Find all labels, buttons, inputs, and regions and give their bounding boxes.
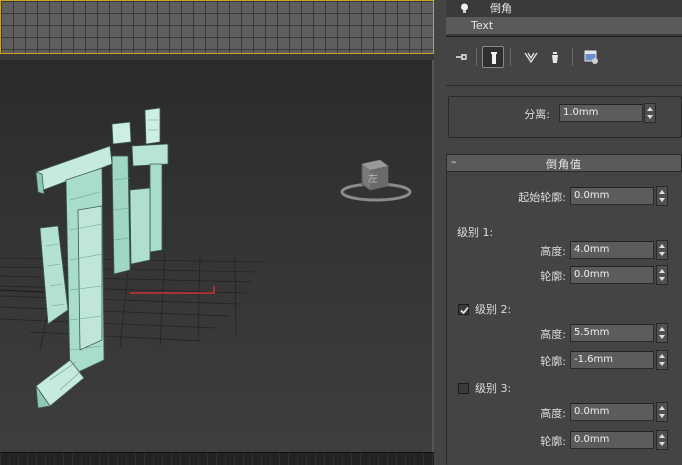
level3-checkbox[interactable] [458, 383, 469, 394]
level2-height-field[interactable]: 5.5mm [570, 324, 654, 342]
modifier-stack-list[interactable]: 倒角 Text [446, 0, 682, 37]
level2-outline-field[interactable]: -1.6mm [570, 351, 654, 369]
separation-field[interactable]: 1.0mm [559, 104, 643, 122]
make-unique-icon[interactable] [520, 46, 542, 68]
rollout-header-bevel-values[interactable]: – 倒角值 [446, 154, 682, 172]
level2-height-spinner[interactable] [656, 323, 668, 343]
level1-outline-spinner[interactable] [656, 265, 668, 285]
configure-modifier-sets-icon[interactable] [580, 46, 602, 68]
viewcube-face-label[interactable]: 左 [368, 170, 378, 185]
level1-height-spinner[interactable] [656, 240, 668, 260]
level3-height-field[interactable]: 0.0mm [570, 403, 654, 421]
remove-modifier-icon[interactable] [544, 46, 566, 68]
level3-height-label: 高度: [540, 407, 566, 420]
separation-spinner[interactable] [644, 103, 656, 123]
level3-height-spinner[interactable] [656, 402, 668, 422]
level2-checkbox[interactable] [458, 304, 469, 315]
level3-outline-spinner[interactable] [656, 430, 668, 450]
level2-height-label: 高度: [540, 328, 566, 341]
modifier-stack-toolbar [446, 42, 682, 72]
level1-outline-label: 轮廓: [540, 270, 566, 283]
ground-grid [0, 249, 263, 351]
start-outline-spinner[interactable] [656, 186, 668, 206]
separation-label: 分离: [524, 108, 550, 121]
lightbulb-icon[interactable] [458, 2, 471, 15]
level1-label: 级别 1: [457, 226, 494, 239]
level3-outline-label: 轮廓: [540, 435, 566, 448]
level1-height-label: 高度: [540, 245, 566, 258]
viewport-scene [0, 107, 263, 409]
viewcube[interactable]: 左 [340, 156, 420, 206]
level2-outline-label: 轮廓: [540, 355, 566, 368]
start-outline-label: 起始轮廓: [518, 191, 566, 204]
level1-height-field[interactable]: 4.0mm [570, 241, 654, 259]
level3-outline-field[interactable]: 0.0mm [570, 431, 654, 449]
stack-item-label: Text [471, 19, 494, 32]
stack-item-text[interactable]: Text [446, 17, 682, 34]
perspective-viewport[interactable]: 左 [0, 60, 434, 452]
stack-item-bevel[interactable]: 倒角 [446, 0, 682, 17]
stack-item-label: 倒角 [490, 2, 512, 15]
top-viewport[interactable] [0, 0, 434, 54]
rollout-title: 倒角值 [546, 158, 582, 171]
level2-label: 级别 2: [475, 303, 512, 316]
pin-stack-icon[interactable] [450, 46, 472, 68]
start-outline-field[interactable]: 0.0mm [570, 187, 654, 205]
level1-outline-field[interactable]: 0.0mm [570, 266, 654, 284]
timeline-ruler[interactable] [0, 452, 434, 465]
bevelled-text-mesh[interactable] [35, 107, 169, 409]
show-end-result-icon[interactable] [482, 46, 504, 68]
level2-outline-spinner[interactable] [656, 350, 668, 370]
level3-label: 级别 3: [475, 382, 512, 395]
